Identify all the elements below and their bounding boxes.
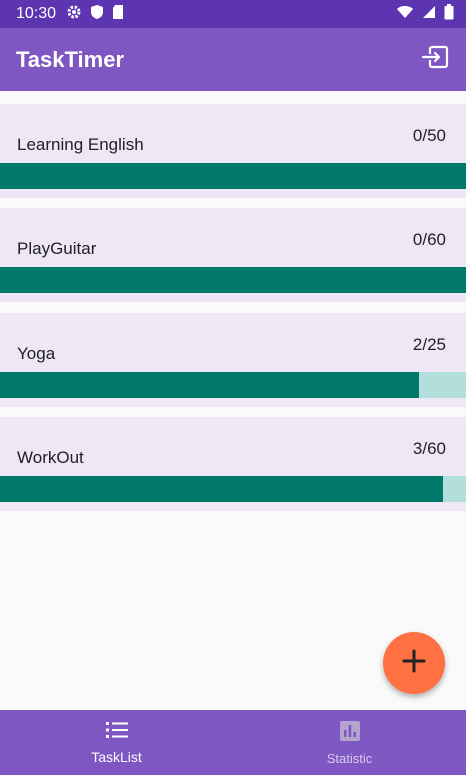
nav-label-statistic: Statistic (326, 750, 373, 766)
task-name: Learning English (17, 135, 144, 154)
status-time: 10:30 (16, 5, 57, 22)
gear-icon (66, 4, 82, 25)
task-count: 0/50 (412, 126, 446, 145)
signal-icon (422, 5, 436, 24)
battery-icon (444, 3, 454, 25)
task-count: 0/60 (412, 230, 446, 249)
task-name: WorkOut (17, 448, 84, 467)
status-icons-right (396, 3, 454, 25)
plus-icon (401, 648, 427, 679)
nav-label-tasklist: TaskList (91, 749, 142, 765)
nav-item-statistic[interactable]: Statistic (233, 710, 466, 775)
task-progress-fill (0, 163, 466, 189)
logout-icon (421, 45, 449, 74)
task-card[interactable]: Yoga 2/25 (0, 313, 466, 407)
task-progress-fill (0, 372, 420, 398)
task-progress-bar (0, 163, 466, 189)
wifi-icon (396, 5, 414, 24)
list-icon (105, 720, 129, 745)
task-card[interactable]: WorkOut 3/60 (0, 417, 466, 511)
bar-chart-icon (339, 720, 361, 747)
app-title: TaskTimer (16, 46, 125, 72)
status-icons-left (66, 4, 124, 25)
logout-button[interactable] (420, 45, 450, 75)
shield-icon (90, 4, 104, 25)
task-card[interactable]: PlayGuitar 0/60 (0, 208, 466, 302)
task-progress-fill (0, 476, 443, 502)
task-count: 3/60 (412, 439, 446, 458)
nav-item-tasklist[interactable]: TaskList (0, 710, 233, 775)
task-card[interactable]: Learning English 0/50 (0, 104, 466, 198)
task-progress-bar (0, 267, 466, 293)
task-name: Yoga (17, 344, 56, 363)
bottom-nav: TaskList Statistic (0, 710, 466, 775)
app-bar: TaskTimer (0, 28, 466, 91)
sd-card-icon (112, 4, 124, 25)
task-progress-bar (0, 372, 466, 398)
add-task-button[interactable] (383, 632, 445, 694)
task-name: PlayGuitar (17, 239, 97, 258)
status-bar: 10:30 (0, 0, 466, 28)
task-progress-bar (0, 476, 466, 502)
task-progress-fill (0, 267, 466, 293)
task-count: 2/25 (412, 335, 446, 354)
